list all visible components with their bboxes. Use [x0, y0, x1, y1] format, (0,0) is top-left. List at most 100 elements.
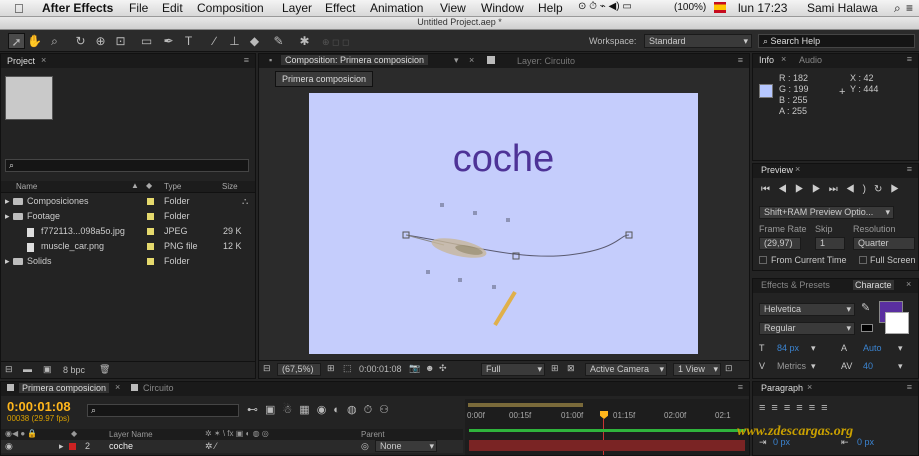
comp-timecode[interactable]: 0:00:01:08	[359, 364, 402, 374]
transform-handle[interactable]	[426, 270, 430, 274]
current-timecode[interactable]: 0:00:01:08	[7, 399, 71, 414]
justify-right-icon[interactable]: ≡	[821, 402, 833, 414]
expand-icon[interactable]: ▸	[59, 441, 64, 452]
tab-effects-presets[interactable]: Effects & Presets	[761, 280, 830, 290]
region-icon[interactable]: ⬚	[343, 363, 352, 374]
chevron-down-icon[interactable]: ▾	[898, 361, 903, 372]
snapshot-icon[interactable]: 📷	[409, 363, 420, 374]
align-right-icon[interactable]: ≡	[784, 402, 796, 414]
menu-edit[interactable]: Edit	[162, 1, 183, 15]
rotate-tool-icon[interactable]: ↻	[72, 33, 89, 49]
tab-character[interactable]: Characte	[853, 280, 894, 290]
close-icon[interactable]: ×	[469, 55, 474, 65]
menu-effect[interactable]: Effect	[325, 1, 355, 15]
column-size[interactable]: Size	[222, 182, 238, 191]
bpc-label[interactable]: 8 bpc	[63, 365, 85, 375]
pen-tool-icon[interactable]: ✒	[160, 33, 177, 49]
motion-blur-icon[interactable]: ◉	[317, 404, 334, 416]
leading-value[interactable]: Auto	[863, 343, 882, 353]
eyedropper-icon[interactable]: ✎	[861, 301, 870, 314]
parent-dropdown[interactable]: None ▾	[375, 440, 437, 452]
zoom-dropdown[interactable]: (67,5%)	[277, 363, 321, 376]
expand-icon[interactable]: ▸	[5, 254, 10, 269]
chevron-down-icon[interactable]: ▾	[811, 361, 816, 372]
draft-3d-icon[interactable]: ▣	[265, 404, 282, 416]
app-menu[interactable]: After Effects	[42, 1, 113, 15]
motion-path[interactable]	[309, 93, 698, 354]
search-help-field[interactable]: ⌕ Search Help	[758, 34, 915, 48]
prev-frame-icon[interactable]: ◀	[778, 184, 795, 195]
audio-icon[interactable]: ◀)	[846, 184, 874, 195]
chevron-down-icon[interactable]: ▾	[898, 343, 903, 354]
transparency-grid-icon[interactable]: ⊠	[567, 363, 575, 374]
switches-icon[interactable]: ✲ ✶ \ fx ▣ ◐ ◍ ◎	[205, 429, 269, 438]
toggle-view-icon[interactable]: ⊡	[725, 363, 733, 374]
label-icon[interactable]: ◆	[71, 429, 77, 438]
search-icon[interactable]: ⌕	[894, 1, 901, 16]
flowchart-icon[interactable]: ⛬	[242, 196, 248, 207]
stroke-color-swatch[interactable]	[885, 312, 909, 334]
expand-icon[interactable]: ▸	[5, 209, 10, 224]
close-icon[interactable]: ×	[795, 164, 800, 174]
comp-sub-tab[interactable]: Primera composicion	[275, 71, 374, 87]
text-tool-icon[interactable]: T	[180, 33, 197, 49]
transform-handle[interactable]	[473, 211, 477, 215]
project-row[interactable]: muscle_car.png PNG file 12 K	[5, 239, 251, 254]
play-icon[interactable]: ▶	[795, 184, 812, 195]
loop-icon[interactable]: ↻	[874, 184, 890, 195]
menu-layer[interactable]: Layer	[282, 1, 312, 15]
fast-preview-icon[interactable]: ⊞	[551, 363, 559, 374]
close-icon[interactable]: ×	[781, 54, 786, 64]
full-screen-checkbox[interactable]	[859, 256, 867, 264]
work-area-bar[interactable]	[468, 403, 583, 407]
menu-window[interactable]: Window	[481, 1, 524, 15]
clone-stamp-tool-icon[interactable]: ⊥	[226, 33, 243, 49]
preview-mode-dropdown[interactable]: Shift+RAM Preview Optio... ▾	[759, 206, 894, 219]
apple-icon[interactable]: 	[14, 1, 24, 16]
resolution-dropdown[interactable]: Quarter	[853, 237, 915, 250]
column-parent[interactable]: Parent	[361, 430, 385, 439]
ram-preview-icon[interactable]: ▶	[890, 184, 907, 195]
status-icons[interactable]: ⊙ ⏱ ⌁ ◀) ▭	[578, 1, 632, 12]
transform-handle[interactable]	[440, 203, 444, 207]
panel-menu-icon[interactable]: ≡	[738, 382, 743, 392]
menu-view[interactable]: View	[440, 1, 466, 15]
trash-icon[interactable]: 🗑	[99, 364, 110, 375]
hide-shy-icon[interactable]: ☃	[282, 404, 299, 416]
menu-composition[interactable]: Composition	[197, 1, 264, 15]
tab-timeline-circuito[interactable]: Circuito	[143, 383, 174, 393]
column-layer-name[interactable]: Layer Name	[109, 430, 153, 439]
layer-row[interactable]: ◉ ▸ 2 coche ✲ ⁄ ◎ None ▾	[1, 440, 463, 453]
project-row[interactable]: ▸ Solids Folder	[5, 254, 251, 269]
project-row[interactable]: ▸ Composiciones Folder	[5, 194, 251, 209]
composition-canvas[interactable]: coche	[309, 93, 698, 354]
tab-audio[interactable]: Audio	[799, 55, 822, 65]
layer-label-swatch[interactable]	[69, 443, 76, 450]
camera-dropdown[interactable]: Active Camera ▾	[585, 363, 667, 376]
graph-editor-icon[interactable]: ◐	[333, 404, 347, 416]
transform-handle[interactable]	[458, 278, 462, 282]
pan-behind-tool-icon[interactable]: ⊡	[112, 33, 129, 49]
show-snapshot-icon[interactable]: ☻	[425, 363, 434, 373]
grid-icon[interactable]: ⊞	[327, 363, 335, 374]
panel-menu-icon[interactable]: ≡	[244, 55, 249, 65]
user-name[interactable]: Sami Halawa	[807, 1, 878, 15]
layer-switches-icon[interactable]: ✲ ⁄	[205, 441, 217, 452]
new-folder-icon[interactable]: ▬	[23, 364, 32, 374]
brainstorm-icon[interactable]: ◍	[347, 404, 364, 416]
interpret-footage-icon[interactable]: ⊟	[5, 364, 13, 375]
list-icon[interactable]: ≡	[906, 1, 913, 15]
flag-icon[interactable]	[714, 2, 726, 13]
zoom-tool-icon[interactable]: ⌕	[46, 33, 63, 49]
font-size-value[interactable]: 84 px	[777, 343, 799, 353]
tab-layer[interactable]: Layer: Circuito	[517, 56, 575, 66]
transform-handle[interactable]	[506, 218, 510, 222]
chevron-down-icon[interactable]: ▾	[454, 55, 459, 66]
column-type[interactable]: Type	[164, 182, 181, 191]
puppet-tool-icon[interactable]: ✱	[296, 33, 313, 49]
expand-icon[interactable]: ▸	[5, 194, 10, 209]
close-icon[interactable]: ×	[41, 55, 46, 65]
indent-right-value[interactable]: 0 px	[857, 437, 874, 447]
layer-duration-bar[interactable]	[469, 440, 745, 451]
av-features-icon[interactable]: ◉◀ ● 🔒	[5, 429, 37, 438]
